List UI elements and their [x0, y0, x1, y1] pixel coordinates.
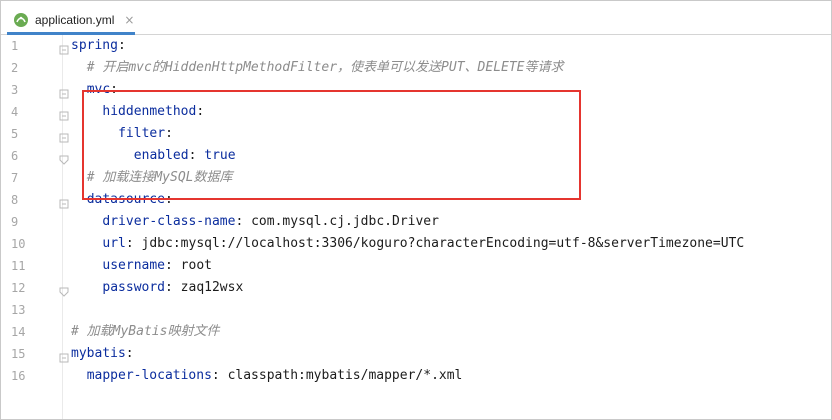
- code-text: password: zaq12wsx: [102, 277, 243, 299]
- code-line[interactable]: 9 driver-class-name: com.mysql.cj.jdbc.Dr…: [1, 211, 831, 233]
- line-number: 9: [11, 215, 19, 229]
- fold-collapse-icon[interactable]: [59, 195, 69, 209]
- fold-collapse-icon[interactable]: [59, 107, 69, 121]
- yaml-key: mapper-locations: [86, 368, 212, 383]
- fold-collapse-icon[interactable]: [59, 349, 69, 363]
- comment-text: 、: [464, 60, 478, 75]
- code-editor[interactable]: 1 spring: 2 # 开启mvc的HiddenHttpMethodFilter，…: [1, 35, 831, 419]
- comment-text: # 加载: [71, 324, 113, 339]
- yaml-value: :: [117, 38, 126, 53]
- comment-text: MyBatis: [112, 324, 168, 339]
- yaml-value: : zaq12wsx: [165, 280, 244, 295]
- line-number: 6: [11, 149, 19, 163]
- yaml-key: password: [102, 280, 166, 295]
- comment-text: mvc: [128, 60, 152, 75]
- yaml-value: : com.mysql.cj.jdbc.Driver: [235, 214, 439, 229]
- fold-end-icon[interactable]: [59, 283, 69, 297]
- code-line[interactable]: 16 mapper-locations: classpath:mybatis/ma…: [1, 365, 831, 387]
- line-number: 12: [11, 281, 26, 295]
- editor-window: application.yml × 1 spring: 2 # 开启mvc的Hidde…: [0, 0, 832, 420]
- comment-text: DELETE: [477, 60, 525, 75]
- line-number: 11: [11, 259, 26, 273]
- yaml-key: spring: [71, 38, 118, 53]
- code-line[interactable]: 1 spring:: [1, 35, 831, 57]
- line-number: 2: [11, 61, 19, 75]
- comment-text: 映射文件: [167, 324, 220, 339]
- yaml-file-icon: [13, 12, 29, 28]
- code-line[interactable]: 11 username: root: [1, 255, 831, 277]
- line-number: 3: [11, 83, 19, 97]
- fold-collapse-icon[interactable]: [59, 41, 69, 55]
- code-text: mybatis:: [71, 343, 134, 365]
- line-number: 14: [11, 325, 26, 339]
- line-number: 15: [11, 347, 26, 361]
- comment-text: 等请求: [524, 60, 564, 75]
- code-line[interactable]: 12 password: zaq12wsx: [1, 277, 831, 299]
- code-line[interactable]: 10 url: jdbc:mysql://localhost:3306/kogur…: [1, 233, 831, 255]
- highlight-box: [82, 90, 581, 200]
- comment-text: PUT: [441, 60, 465, 75]
- tab-label: application.yml: [35, 12, 115, 27]
- line-number: 13: [11, 303, 26, 317]
- comment-text: ，使表单可以发送: [337, 60, 442, 75]
- tab-application-yml[interactable]: application.yml ×: [7, 7, 135, 35]
- yaml-value: : root: [165, 258, 212, 273]
- code-text: username: root: [102, 255, 212, 277]
- fold-end-icon[interactable]: [59, 151, 69, 165]
- line-number: 16: [11, 369, 26, 383]
- code-text: # 开启mvc的HiddenHttpMethodFilter，使表单可以发送PU…: [87, 57, 564, 79]
- line-number: 7: [11, 171, 19, 185]
- line-number: 4: [11, 105, 19, 119]
- comment-text: HiddenHttpMethodFilter: [164, 60, 338, 75]
- code-line[interactable]: 14 # 加载MyBatis映射文件: [1, 321, 831, 343]
- code-line[interactable]: 15 mybatis:: [1, 343, 831, 365]
- comment-text: # 开启: [86, 60, 129, 75]
- code-text: url: jdbc:mysql://localhost:3306/koguro?…: [102, 233, 744, 255]
- comment-text: 的: [151, 60, 165, 75]
- yaml-key: url: [102, 236, 126, 251]
- line-number: 1: [11, 39, 19, 53]
- code-line[interactable]: 2 # 开启mvc的HiddenHttpMethodFilter，使表单可以发送P…: [1, 57, 831, 79]
- line-number: 5: [11, 127, 19, 141]
- close-icon[interactable]: ×: [124, 13, 134, 27]
- code-text: # 加载MyBatis映射文件: [71, 321, 219, 343]
- yaml-value: :: [125, 346, 134, 361]
- line-number: 8: [11, 193, 19, 207]
- fold-collapse-icon[interactable]: [59, 85, 69, 99]
- yaml-key: username: [102, 258, 166, 273]
- code-text: mapper-locations: classpath:mybatis/mapp…: [87, 365, 463, 387]
- tab-bar: application.yml ×: [1, 1, 831, 35]
- yaml-key: mybatis: [71, 346, 126, 361]
- code-line[interactable]: 13: [1, 299, 831, 321]
- yaml-value: : classpath:mybatis/mapper/*.xml: [211, 368, 463, 383]
- fold-collapse-icon[interactable]: [59, 129, 69, 143]
- line-number: 10: [11, 237, 26, 251]
- yaml-key: driver-class-name: [102, 214, 236, 229]
- code-text: driver-class-name: com.mysql.cj.jdbc.Dri…: [102, 211, 439, 233]
- code-text: spring:: [71, 35, 126, 57]
- yaml-value: : jdbc:mysql://localhost:3306/koguro?cha…: [125, 236, 745, 251]
